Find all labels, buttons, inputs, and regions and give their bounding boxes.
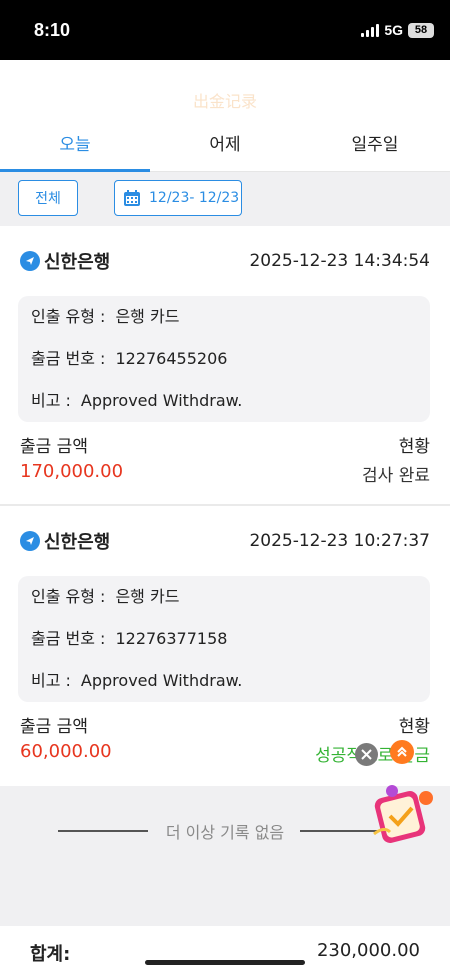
withdraw-number-label: 출금 번호 :: [31, 349, 106, 368]
amount-label: 출금 금액: [20, 437, 88, 457]
withdraw-record[interactable]: 신한은행 2025-12-23 14:34:54 인출 유형 : 은행 카드 출…: [0, 226, 450, 504]
note-value: Approved Withdraw.: [80, 671, 243, 690]
signal-icon: [361, 23, 380, 37]
bank-name-label: 신한은행: [44, 532, 111, 553]
total-footer: 합계: 230,000.00: [0, 926, 450, 974]
page-title: 出金记录: [192, 92, 257, 111]
bank-logo-icon: [20, 251, 40, 271]
withdraw-amount: 60,000.00: [20, 741, 112, 762]
withdraw-number-value: 12276455206: [115, 349, 228, 368]
record-datetime: 2025-12-23 14:34:54: [249, 251, 430, 271]
bank-name: 신한은행: [20, 528, 110, 554]
withdraw-number-row: 출금 번호 : 12276377158: [31, 626, 417, 668]
end-divider-right: [300, 830, 380, 832]
note-value: Approved Withdraw.: [80, 391, 243, 410]
withdraw-record[interactable]: 신한은행 2025-12-23 10:27:37 인출 유형 : 은행 카드 출…: [0, 506, 450, 784]
total-value: 230,000.00: [316, 940, 420, 961]
scroll-top-icon[interactable]: [390, 740, 414, 764]
record-datetime: 2025-12-23 10:27:37: [249, 531, 430, 551]
record-details: 인출 유형 : 은행 카드 출금 번호 : 12276455206 비고 : A…: [18, 296, 430, 422]
note-row: 비고 : Approved Withdraw.: [31, 668, 417, 710]
date-tabs: 오늘 어제 일주일: [0, 120, 450, 172]
withdraw-type-value: 은행 카드: [115, 587, 180, 606]
bank-logo-icon: [20, 531, 40, 551]
tab-today[interactable]: 오늘: [0, 120, 150, 172]
status-label: 현황: [398, 437, 430, 457]
home-indicator[interactable]: [145, 960, 305, 965]
page-header: 出金记录: [0, 60, 450, 120]
date-range-button[interactable]: 12/23- 12/23: [114, 180, 242, 216]
withdraw-type-label: 인출 유형 :: [31, 587, 106, 606]
withdraw-number-row: 출금 번호 : 12276455206: [31, 346, 417, 388]
withdraw-number-value: 12276377158: [115, 629, 228, 648]
promo-gift-icon[interactable]: [370, 782, 438, 846]
note-label: 비고 :: [31, 391, 71, 410]
record-details: 인출 유형 : 은행 카드 출금 번호 : 12276377158 비고 : A…: [18, 576, 430, 702]
withdraw-amount: 170,000.00: [20, 461, 124, 482]
date-range-label: 12/23- 12/23: [149, 190, 240, 206]
note-label: 비고 :: [31, 671, 71, 690]
withdraw-number-label: 출금 번호 :: [31, 629, 106, 648]
withdraw-type-row: 인출 유형 : 은행 카드: [31, 584, 417, 626]
status-bar: 8:10 5G 58: [0, 0, 450, 60]
withdraw-type-row: 인출 유형 : 은행 카드: [31, 304, 417, 346]
filter-bar: 전체 12/23- 12/23: [0, 172, 450, 226]
status-indicators: 5G 58: [361, 22, 434, 38]
calendar-icon: [124, 190, 140, 206]
network-label: 5G: [384, 22, 403, 38]
amount-label: 출금 금액: [20, 717, 88, 737]
close-icon[interactable]: [355, 743, 378, 766]
status-time: 8:10: [34, 20, 71, 40]
tab-week[interactable]: 일주일: [300, 120, 450, 171]
tab-yesterday[interactable]: 어제: [150, 120, 300, 171]
bank-name-label: 신한은행: [44, 252, 111, 273]
note-row: 비고 : Approved Withdraw.: [31, 388, 417, 430]
withdraw-type-label: 인출 유형 :: [31, 307, 106, 326]
bank-name: 신한은행: [20, 248, 110, 274]
withdraw-type-value: 은행 카드: [115, 307, 180, 326]
total-label: 합계:: [30, 944, 71, 965]
all-filter-button[interactable]: 전체: [18, 180, 78, 216]
status-label: 현황: [398, 717, 430, 737]
status-badge: 검사 완료: [362, 466, 430, 486]
battery-icon: 58: [408, 22, 434, 38]
